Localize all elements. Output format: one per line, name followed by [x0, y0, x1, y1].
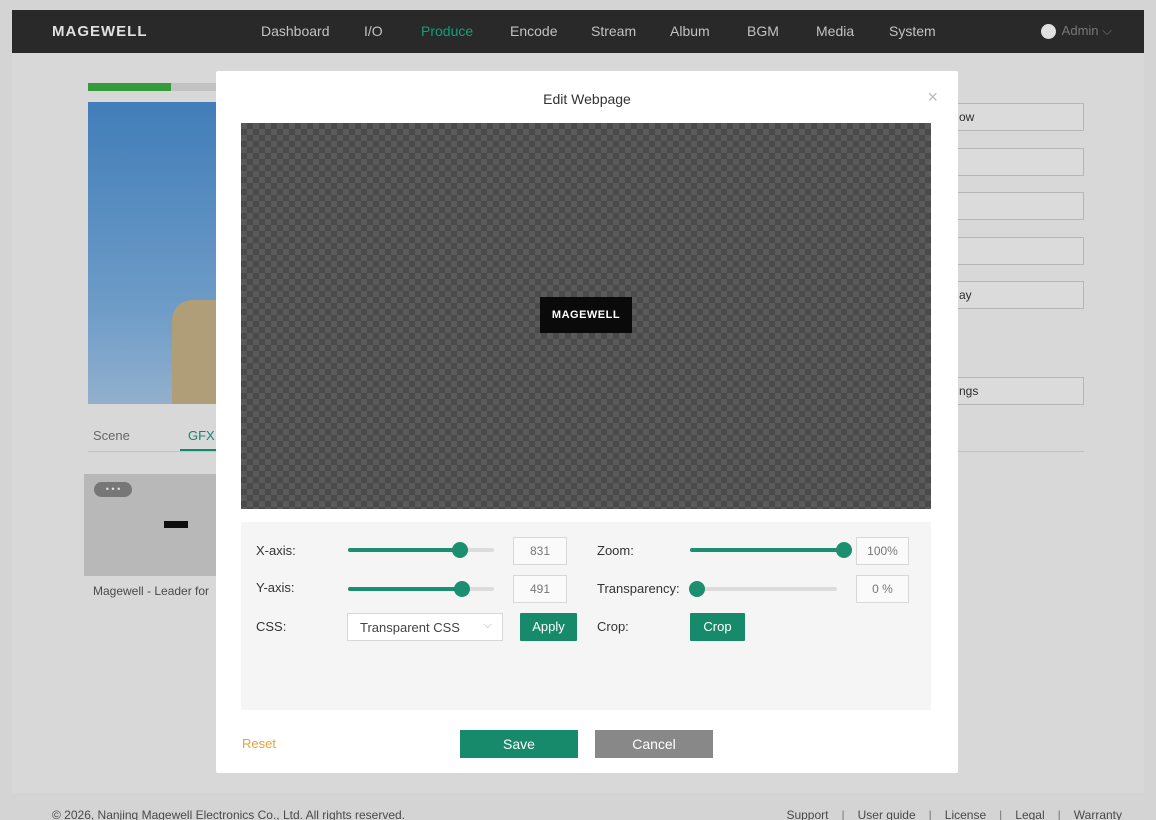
x-axis-slider-handle[interactable] — [452, 542, 469, 558]
y-axis-slider-handle[interactable] — [453, 581, 470, 597]
transparency-label: Transparency: — [597, 581, 680, 596]
close-icon[interactable]: × — [927, 87, 938, 108]
zoom-value[interactable]: 100% — [856, 537, 909, 565]
zoom-slider-fill — [690, 548, 844, 552]
transparency-slider-handle[interactable] — [689, 581, 705, 597]
zoom-slider[interactable] — [690, 542, 852, 558]
x-axis-label: X-axis: — [256, 543, 296, 558]
y-axis-slider[interactable] — [348, 581, 494, 597]
controls-panel: X-axis: 831 Y-axis: 491 CSS: Transparent… — [241, 522, 931, 710]
webpage-logo-overlay[interactable]: MAGEWELL — [540, 297, 632, 333]
css-label: CSS: — [256, 619, 287, 634]
edit-webpage-dialog: Edit Webpage × MAGEWELL X-axis: 831 Y-ax… — [216, 71, 958, 773]
css-select-value: Transparent CSS — [360, 620, 460, 635]
zoom-slider-handle[interactable] — [836, 542, 852, 558]
crop-button[interactable]: Crop — [690, 613, 745, 641]
dialog-title: Edit Webpage — [543, 91, 631, 107]
cancel-button[interactable]: Cancel — [595, 730, 713, 758]
transparency-slider[interactable] — [689, 581, 837, 597]
webpage-preview-canvas[interactable]: MAGEWELL — [241, 123, 931, 509]
save-button[interactable]: Save — [460, 730, 578, 758]
x-axis-value[interactable]: 831 — [513, 537, 567, 565]
y-axis-value[interactable]: 491 — [513, 575, 567, 603]
chevron-down-icon: ⌵ — [483, 619, 492, 631]
crop-label: Crop: — [597, 619, 629, 634]
y-axis-label: Y-axis: — [256, 580, 295, 595]
y-axis-slider-fill — [348, 587, 462, 591]
css-select[interactable]: Transparent CSS ⌵ — [347, 613, 503, 641]
apply-button[interactable]: Apply — [520, 613, 577, 641]
x-axis-slider-fill — [348, 548, 461, 552]
zoom-label: Zoom: — [597, 543, 634, 558]
reset-link[interactable]: Reset — [242, 736, 276, 751]
x-axis-slider[interactable] — [348, 542, 494, 558]
transparency-value[interactable]: 0 % — [856, 575, 909, 603]
